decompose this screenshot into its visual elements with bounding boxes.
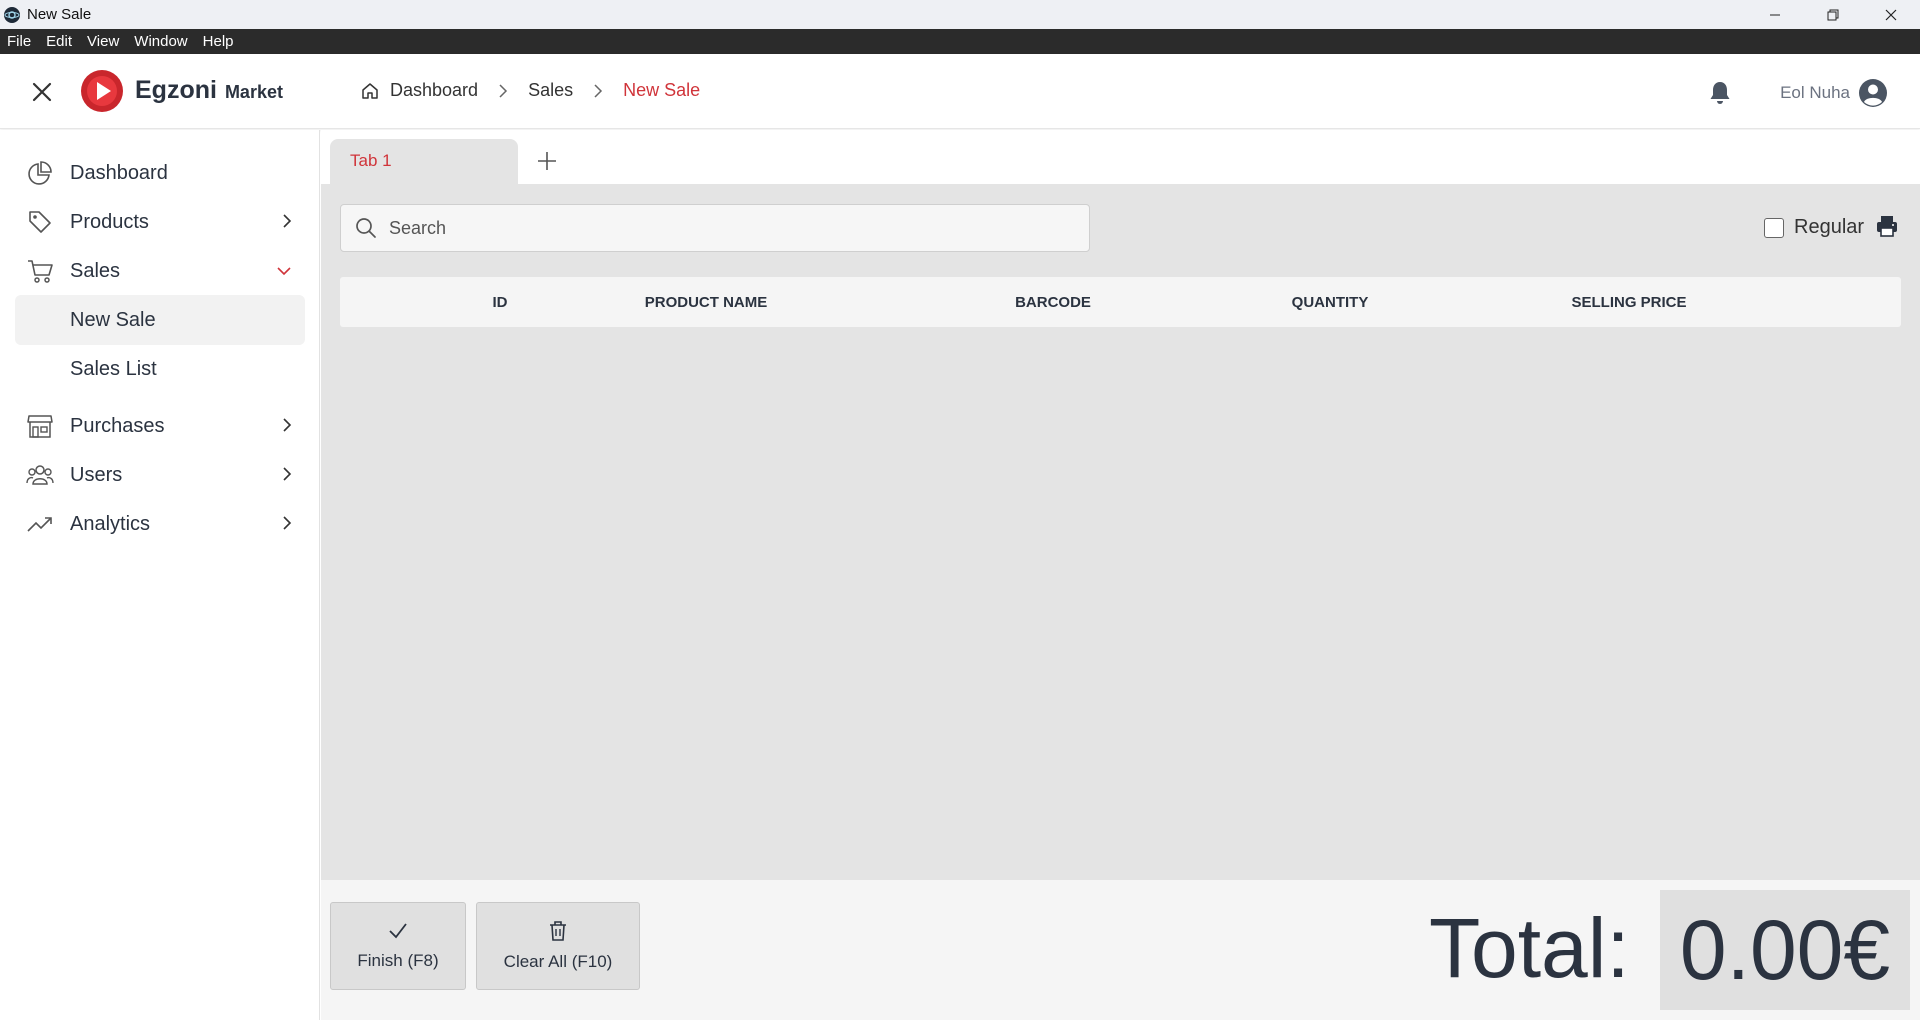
sidebar-item-label: Analytics (70, 512, 151, 535)
sale-footer: Finish (F8) Clear All (F10) Total: 0.00€ (321, 880, 1920, 1020)
regular-checkbox[interactable] (1764, 217, 1784, 238)
sidebar-subitem-sales-list[interactable]: Sales List (15, 344, 305, 394)
printer-icon[interactable] (1875, 214, 1899, 238)
chevron-right-icon (283, 214, 292, 228)
sidebar-item-analytics[interactable]: Analytics (15, 499, 305, 549)
tab-1[interactable]: Tab 1 (330, 139, 518, 184)
sidebar-item-purchases[interactable]: Purchases (15, 401, 305, 451)
window-controls (1746, 0, 1920, 29)
finish-button-label: Finish (F8) (357, 951, 439, 970)
sidebar-item-users[interactable]: Users (15, 450, 305, 500)
search-box (340, 204, 1090, 252)
chevron-down-icon (277, 267, 291, 276)
sidebar-item-label: Products (70, 210, 149, 233)
close-icon (1885, 9, 1897, 20)
sidebar-item-label: Purchases (70, 414, 165, 437)
cart-icon (25, 256, 55, 286)
column-header-id[interactable]: ID (493, 294, 508, 311)
sidebar-item-dashboard[interactable]: Dashboard (15, 148, 305, 198)
finish-button[interactable]: Finish (F8) (330, 902, 466, 990)
total-label: Total: (1429, 901, 1630, 995)
sidebar-item-label: Users (70, 463, 123, 486)
chevron-right-icon (594, 83, 603, 98)
menu-help[interactable]: Help (203, 33, 234, 50)
checkmark-icon (389, 923, 407, 939)
breadcrumb: Dashboard Sales New Sale (360, 80, 700, 101)
breadcrumb-sales[interactable]: Sales (528, 80, 573, 101)
menu-window[interactable]: Window (134, 33, 187, 50)
chevron-right-icon (283, 467, 292, 481)
brand-main: Egzoni (135, 76, 217, 104)
close-sidebar-icon[interactable] (30, 80, 54, 104)
brand-sub: Market (224, 82, 283, 102)
clear-all-button-label: Clear All (F10) (503, 952, 613, 971)
trash-icon (550, 921, 566, 941)
trend-icon (25, 509, 55, 539)
table-header: ID PRODUCT NAME BARCODE QUANTITY SELLING… (340, 277, 1901, 327)
column-header-product-name[interactable]: PRODUCT NAME (645, 294, 768, 311)
brand-name: Egzoni Market (135, 76, 283, 105)
chevron-right-icon (283, 418, 292, 432)
notification-bell-icon[interactable] (1708, 80, 1732, 106)
sidebar-item-sales[interactable]: Sales (15, 246, 305, 296)
breadcrumb-new-sale: New Sale (623, 80, 701, 100)
search-input[interactable] (389, 217, 1069, 239)
close-window-button[interactable] (1862, 0, 1920, 29)
sidebar: Dashboard Products Sales New Sale Sales … (0, 130, 320, 1020)
pie-chart-icon (25, 158, 55, 188)
breadcrumb-dashboard[interactable]: Dashboard (390, 80, 478, 101)
tag-icon (25, 207, 55, 237)
column-header-selling-price[interactable]: SELLING PRICE (1571, 294, 1686, 311)
total-value: 0.00€ (1660, 890, 1910, 1010)
add-tab-icon[interactable] (536, 150, 558, 172)
regular-toggle[interactable]: Regular (1764, 216, 1864, 239)
chevron-right-icon (283, 516, 292, 530)
user-name: Eol Nuha (1780, 83, 1850, 102)
app-header: Egzoni Market Dashboard Sales New Sale E… (0, 54, 1920, 129)
users-icon (25, 460, 55, 490)
column-header-barcode[interactable]: BARCODE (1015, 294, 1091, 311)
sidebar-subitem-new-sale[interactable]: New Sale (15, 295, 305, 345)
menu-bar: File Edit View Window Help (0, 29, 1920, 54)
column-header-quantity[interactable]: QUANTITY (1292, 294, 1369, 311)
main-content: Tab 1 Regular ID PRODUCT NAME BARCODE QU… (321, 130, 1920, 1020)
restore-button[interactable] (1804, 0, 1862, 29)
logo-icon (81, 70, 123, 112)
sidebar-item-label: Sales (70, 259, 121, 282)
user-menu[interactable]: Eol Nuha (1780, 78, 1888, 108)
minimize-button[interactable] (1746, 0, 1804, 29)
user-avatar-icon (1859, 79, 1887, 107)
window-title: New Sale (27, 6, 92, 23)
search-icon (356, 218, 376, 238)
sidebar-item-label: Dashboard (70, 161, 168, 184)
menu-file[interactable]: File (7, 33, 31, 50)
restore-icon (1827, 9, 1839, 20)
tab-bar: Tab 1 (321, 130, 1920, 184)
clear-all-button[interactable]: Clear All (F10) (476, 902, 640, 990)
regular-label: Regular (1794, 216, 1865, 238)
home-icon (362, 82, 378, 99)
menu-edit[interactable]: Edit (46, 33, 72, 50)
app-icon (4, 6, 20, 23)
minimize-icon (1770, 14, 1780, 15)
window-titlebar: New Sale (0, 0, 1920, 29)
menu-view[interactable]: View (87, 33, 119, 50)
chevron-right-icon (499, 83, 508, 98)
sidebar-item-products[interactable]: Products (15, 197, 305, 247)
store-icon (25, 411, 55, 441)
